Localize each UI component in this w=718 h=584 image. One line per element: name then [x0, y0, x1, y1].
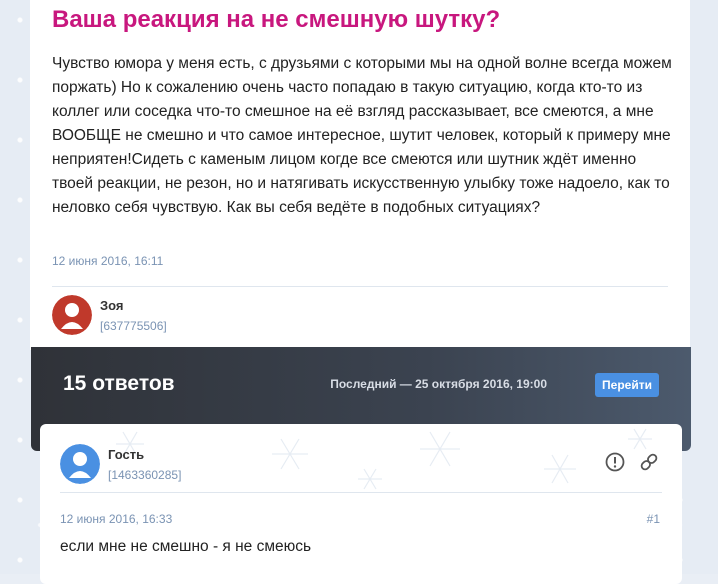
user-silhouette-icon — [60, 444, 100, 484]
user-silhouette-icon — [52, 295, 92, 335]
question-card: Ваша реакция на не смешную шутку? Чувств… — [30, 0, 690, 350]
answer-date: 12 июня 2016, 16:33 — [60, 512, 173, 526]
author-id: [637775506] — [100, 319, 167, 333]
answer-text: если мне не смешно - я не смеюсь — [60, 538, 312, 555]
report-icon[interactable] — [604, 451, 626, 473]
question-date: 12 июня 2016, 16:11 — [52, 254, 164, 268]
author-id: [1463360285] — [108, 468, 182, 482]
answer-actions — [596, 451, 660, 475]
divider — [52, 286, 668, 287]
avatar[interactable] — [52, 295, 92, 335]
go-to-last-button[interactable]: Перейти — [595, 373, 659, 397]
answer-number-link[interactable]: #1 — [647, 512, 660, 526]
answer-author[interactable]: Гость [1463360285] — [60, 444, 360, 484]
author-name[interactable]: Зоя — [100, 298, 124, 313]
answer-card: Гость [1463360285] 12 июня 2016, 16:33 #… — [40, 424, 682, 584]
answers-count: 15 ответов — [63, 372, 175, 395]
link-icon[interactable] — [638, 451, 660, 473]
avatar[interactable] — [60, 444, 100, 484]
question-body: Чувство юмора у меня есть, с друзьями с … — [52, 55, 672, 216]
divider — [60, 492, 662, 493]
last-answer-info: Последний — 25 октября 2016, 19:00 — [330, 377, 547, 391]
author-name[interactable]: Гость — [108, 447, 144, 462]
question-title: Ваша реакция на не смешную шутку? — [52, 6, 501, 33]
